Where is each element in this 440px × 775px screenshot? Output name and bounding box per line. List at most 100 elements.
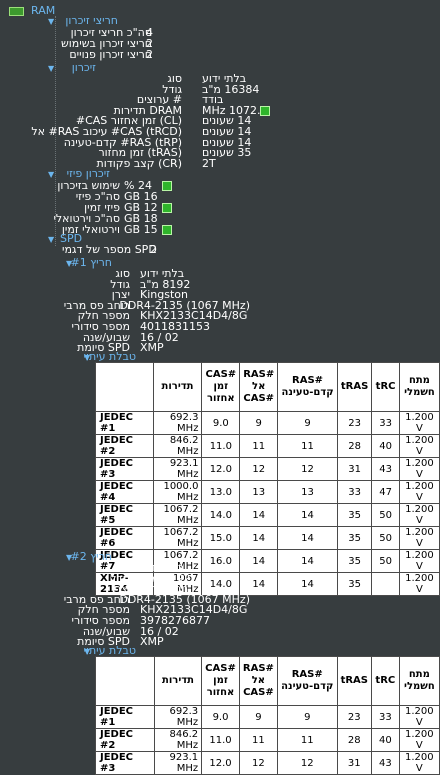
header-line: RAS# xyxy=(292,375,324,386)
timing-row: JEDEC #2 846.2 MHz 11.0 11 11 28 40 1.200 V xyxy=(95,728,440,752)
cell-tras: 28 xyxy=(336,728,373,752)
collapse-triangle-icon[interactable]: ▼ xyxy=(48,233,54,246)
timing-row: JEDEC #2 846.2 MHz 11.0 11 11 28 40 1.200 V xyxy=(95,434,440,458)
cell-cas: 9.0 xyxy=(201,411,241,435)
row-value: XMP xyxy=(140,341,164,355)
header-line: CAS# xyxy=(243,393,275,404)
timing-header-row: תדירות CAS# זמן אחזור RAS# אל CAS# RAS# קדם-טעינ… xyxy=(95,656,440,706)
cell-volt: 1.200 V xyxy=(398,549,440,573)
cell-tras: 31 xyxy=(336,751,373,775)
row-value: 15 GB xyxy=(124,223,158,236)
cell-volt: 1.200 V xyxy=(398,411,440,435)
ram-chip-icon xyxy=(9,7,24,16)
cell-rp: 12 xyxy=(276,751,338,775)
header-line: RAS# xyxy=(291,669,323,680)
cell-cas: 13.0 xyxy=(201,480,241,504)
cell-cas: 15.0 xyxy=(201,526,241,550)
header-line: אל xyxy=(251,675,266,686)
timing-row: JEDEC #6 1067.2 MHz 15.0 14 14 35 50 1.200 V xyxy=(95,526,440,550)
header-line: CAS# xyxy=(205,369,237,380)
cell-tras: 31 xyxy=(336,457,373,481)
cell-trc: 43 xyxy=(371,751,400,775)
col-freq-header: תדירות xyxy=(153,656,203,706)
cell-tras: 35 xyxy=(336,526,373,550)
cell-trc: 47 xyxy=(371,480,400,504)
collapse-triangle-icon[interactable]: ▼ xyxy=(48,15,54,28)
cell-freq: 692.3 MHz xyxy=(152,411,203,435)
header-line: RAS# xyxy=(242,663,274,674)
header-line: מתח xyxy=(408,375,430,386)
cell-trc: 43 xyxy=(371,457,400,481)
spd-count-value: 2 xyxy=(150,243,157,256)
cell-volt: 1.200 V xyxy=(398,480,440,504)
cell-rcd: 14 xyxy=(239,503,279,527)
collapse-triangle-icon[interactable]: ▼ xyxy=(48,62,54,75)
cell-rp: 14 xyxy=(277,503,338,527)
col-name-header xyxy=(95,656,155,706)
header-line: tRAS xyxy=(340,381,369,392)
cell-freq: 846.2 MHz xyxy=(152,434,203,458)
cell-cas: 11.0 xyxy=(201,434,241,458)
header-line: קדם-טעינה xyxy=(281,681,334,692)
header-line: אל xyxy=(252,381,266,392)
cell-rcd: 9 xyxy=(238,705,278,729)
col-tras-header: tRAS xyxy=(336,656,373,706)
cell-rp: 13 xyxy=(277,480,338,504)
cell-rcd: 12 xyxy=(238,751,278,775)
col-rcd-header: RAS# אל CAS# xyxy=(238,656,278,706)
cell-rp: 14 xyxy=(277,526,338,550)
cell-tras: 35 xyxy=(336,549,373,573)
col-cas-header: CAS# זמן אחזור xyxy=(201,362,241,412)
timing-row: JEDEC #1 692.3 MHz 9.0 9 9 23 33 1.200 V xyxy=(95,705,440,729)
cell-freq: 692.3 MHz xyxy=(153,705,203,729)
cell-cas: 14.0 xyxy=(201,503,241,527)
cell-trc xyxy=(371,572,400,596)
col-freq-header: תדירות xyxy=(152,362,203,412)
header-line: CAS# xyxy=(205,663,236,674)
header-line: תדירות xyxy=(161,381,194,392)
header-line: חשמלי xyxy=(404,387,435,398)
cell-tras: 23 xyxy=(336,705,373,729)
header-line: תדירות xyxy=(162,675,194,686)
cell-name: JEDEC #5 xyxy=(95,503,154,527)
header-line: tRC xyxy=(375,675,396,686)
cell-name: JEDEC #6 xyxy=(95,526,154,550)
header-line: חשמלי xyxy=(404,681,435,692)
cell-rcd: 9 xyxy=(239,411,279,435)
cell-rp: 9 xyxy=(276,705,338,729)
cell-freq: 923.1 MHz xyxy=(152,457,203,481)
cell-volt: 1.200 V xyxy=(398,751,440,775)
col-trc-header: tRC xyxy=(371,656,400,706)
header-line: זמן xyxy=(213,381,229,392)
cell-name: JEDEC #2 xyxy=(95,728,155,752)
row-value: XMP xyxy=(140,635,164,649)
cell-trc: 50 xyxy=(371,549,400,573)
timing-row: JEDEC #3 923.1 MHz 12.0 12 12 31 43 1.200 V xyxy=(95,751,440,775)
spd-count-label: מספר של דגמי SPD xyxy=(62,243,157,256)
cell-rcd: 14 xyxy=(239,526,279,550)
cell-rcd: 11 xyxy=(239,434,279,458)
col-rp-header: RAS# קדם-טעינה xyxy=(277,362,338,412)
header-line: tRC xyxy=(375,381,396,392)
col-trc-header: tRC xyxy=(371,362,400,412)
col-volt-header: מתח חשמלי xyxy=(398,656,440,706)
col-name-header xyxy=(95,362,154,412)
timing-row: JEDEC #5 1067.2 MHz 14.0 14 14 35 50 1.200 V xyxy=(95,503,440,527)
cell-rp: 9 xyxy=(277,411,338,435)
cell-tras: 33 xyxy=(336,480,373,504)
cell-rp: 11 xyxy=(277,434,338,458)
col-volt-header: מתח חשמלי xyxy=(398,362,440,412)
cell-rcd: 12 xyxy=(239,457,279,481)
cell-tras: 35 xyxy=(336,503,373,527)
cell-tras: 23 xyxy=(336,411,373,435)
cell-cas: 9.0 xyxy=(201,705,240,729)
cell-volt: 1.200 V xyxy=(398,526,440,550)
timing-table: תדירות CAS# זמן אחזור RAS# אל CAS# RAS# קדם-טעינ… xyxy=(95,656,440,775)
header-line: CAS# xyxy=(243,687,274,698)
cell-volt: 1.200 V xyxy=(398,434,440,458)
cell-freq: 1067.2 MHz xyxy=(152,526,203,550)
cell-tras: 35 xyxy=(336,572,373,596)
collapse-triangle-icon[interactable]: ▼ xyxy=(48,168,54,181)
col-rp-header: RAS# קדם-טעינה xyxy=(276,656,338,706)
cell-name: JEDEC #2 xyxy=(95,434,154,458)
